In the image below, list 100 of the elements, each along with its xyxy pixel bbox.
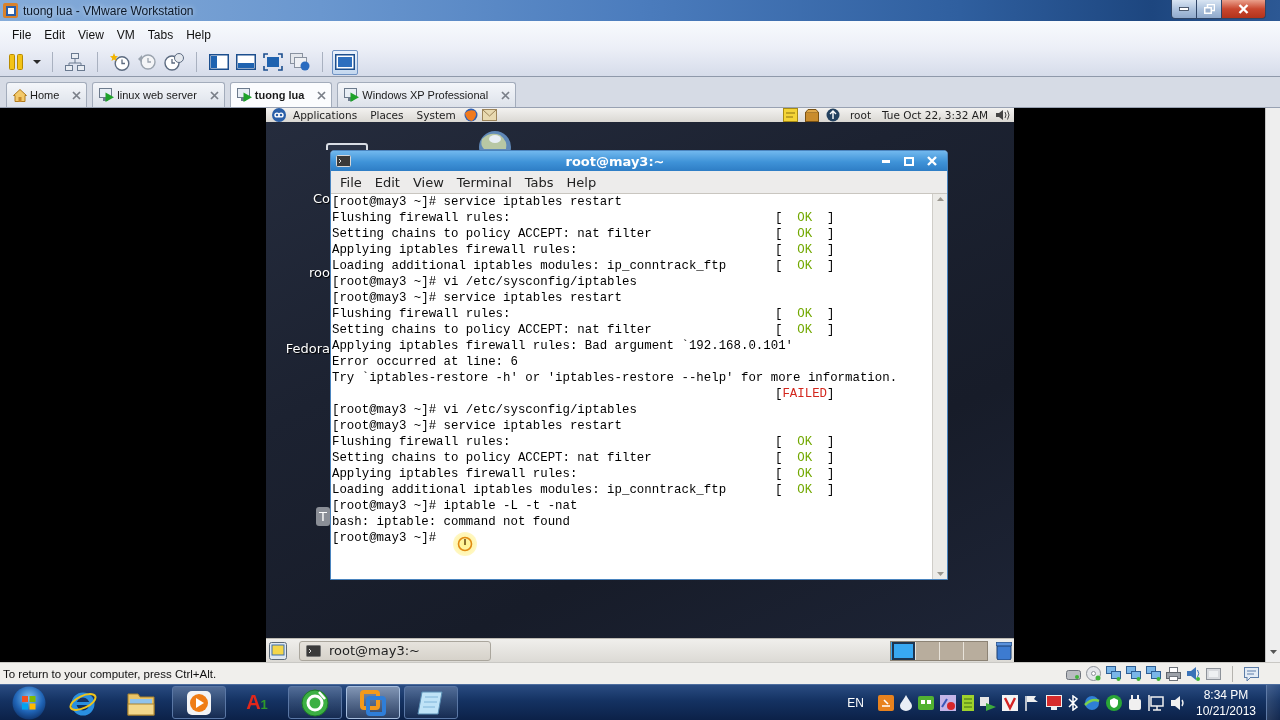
desktop-icon-label[interactable]: roo (309, 263, 330, 282)
tab[interactable]: Windows XP Professional (337, 82, 517, 107)
menu-item[interactable]: Help (566, 174, 597, 190)
status-tag: [ OK ] (775, 243, 835, 257)
close-icon (209, 90, 219, 100)
clock[interactable]: Tue Oct 22, 3:32 AM (882, 109, 988, 121)
workspace-button[interactable] (939, 641, 963, 660)
status-message: To return to your computer, press Ctrl+Alt. (3, 667, 217, 680)
status-tag: [ OK ] (775, 259, 835, 273)
tab[interactable]: Home (6, 82, 88, 107)
close-icon (317, 90, 327, 100)
pause-icon (9, 54, 23, 70)
note-icon (782, 108, 798, 122)
menu-item[interactable]: Edit (44, 27, 66, 42)
terminal-line: bash: iptable: command not found (332, 515, 570, 529)
maximize-button[interactable] (902, 154, 916, 168)
scrollbar[interactable] (1265, 108, 1280, 662)
toolbar-button[interactable] (332, 49, 358, 75)
network-icon (1126, 666, 1141, 681)
terminal-line: [root@may3 ~]# service iptables restart (332, 195, 622, 209)
status-tag: [ OK ] (775, 451, 835, 465)
bluetooth-icon (1068, 694, 1078, 711)
panel-menu[interactable]: Places (370, 109, 404, 121)
clock-icon (138, 53, 156, 71)
show-desktop-button[interactable] (1266, 684, 1280, 720)
restore-button[interactable] (1197, 0, 1222, 19)
status-tag: [ OK ] (775, 307, 835, 321)
panel-menu[interactable]: Applications (293, 109, 358, 121)
monitor-icon (326, 143, 368, 150)
tab[interactable]: linux web server (92, 82, 225, 107)
menu-item[interactable]: View (78, 27, 104, 42)
speaker-icon (1170, 694, 1186, 711)
minimize-button[interactable] (1171, 0, 1197, 19)
close-icon (1238, 4, 1249, 14)
speaker-icon (1186, 666, 1201, 681)
close-icon (501, 90, 511, 100)
menu-item[interactable]: Tabs (524, 174, 554, 190)
computers-icon (65, 53, 85, 71)
workspace-button[interactable] (915, 641, 939, 660)
taskbar-button[interactable] (404, 686, 458, 719)
menu-item[interactable]: View (412, 174, 444, 190)
fullscreen-icon (263, 53, 283, 71)
list-icon (962, 694, 974, 711)
minimize-icon (882, 159, 890, 163)
drop-icon (900, 694, 912, 711)
menu-item[interactable]: Help (186, 27, 211, 42)
chart-icon (940, 694, 956, 711)
monitor-icon (1046, 695, 1062, 710)
display-icon (1206, 667, 1221, 680)
box-icon (804, 108, 819, 122)
start-icon (12, 685, 46, 720)
desktop-icon-label[interactable]: Fedora (285, 339, 330, 358)
status-tag: [FAILED] (775, 387, 835, 401)
terminal-line: Setting chains to policy ACCEPT: nat filter (332, 323, 652, 337)
menu-item[interactable]: VM (116, 27, 135, 42)
terminal-line: [root@may3 ~]# iptable -L -t -nat (332, 499, 578, 513)
menu-item[interactable]: Edit (374, 174, 400, 190)
panel-menu[interactable]: System (416, 109, 456, 121)
terminal-line: Error occurred at line: 6 (332, 355, 518, 369)
status-tag: [ OK ] (775, 483, 835, 497)
menu-item[interactable]: Tabs (147, 27, 174, 42)
workspace-button[interactable] (963, 641, 987, 660)
play-icon (186, 689, 212, 716)
cd-icon (1086, 666, 1101, 681)
workspace-button[interactable] (891, 641, 915, 660)
scrollbar[interactable] (932, 194, 947, 579)
clocks-icon (164, 53, 184, 71)
taskbar-button[interactable] (288, 686, 342, 719)
language-indicator[interactable]: EN (847, 695, 864, 710)
terminal-line: Setting chains to policy ACCEPT: nat filter (332, 451, 652, 465)
shield-icon (1106, 694, 1122, 711)
terminal-icon (306, 644, 321, 657)
status-tag: [ OK ] (775, 467, 835, 481)
task-button[interactable]: root@may3:~ (299, 640, 491, 661)
logo-icon (271, 108, 287, 122)
taskbar-button[interactable]: A1 (230, 686, 284, 719)
status-tag: [ OK ] (775, 323, 835, 337)
menu-item[interactable]: File (340, 174, 362, 190)
monitor-play-icon (344, 88, 360, 102)
desktop-icon-label[interactable]: Co (312, 189, 330, 208)
menu-item[interactable]: Terminal (456, 174, 512, 190)
squares-icon (360, 689, 386, 716)
menu-item[interactable]: File (12, 27, 32, 42)
controller-icon (918, 695, 934, 710)
desktop-icon (269, 641, 287, 660)
terminal-line: Applying iptables firewall rules: (332, 243, 578, 257)
down-arrow-icon (1269, 650, 1277, 654)
maximize-icon (904, 156, 914, 166)
tab[interactable]: tuong lua (229, 82, 333, 107)
close-button[interactable] (1222, 0, 1266, 19)
caret-icon (32, 60, 41, 64)
fox-globe-icon (463, 108, 478, 122)
close-icon (927, 156, 937, 166)
taskbar-button[interactable] (172, 686, 226, 719)
clock[interactable]: 8:34 PM 10/21/2013 (1192, 686, 1260, 719)
message-icon (1244, 666, 1259, 681)
app-icon (3, 3, 18, 18)
user-name[interactable]: root (849, 109, 872, 121)
plug-icon (1128, 694, 1142, 711)
envelope-icon (481, 109, 497, 121)
